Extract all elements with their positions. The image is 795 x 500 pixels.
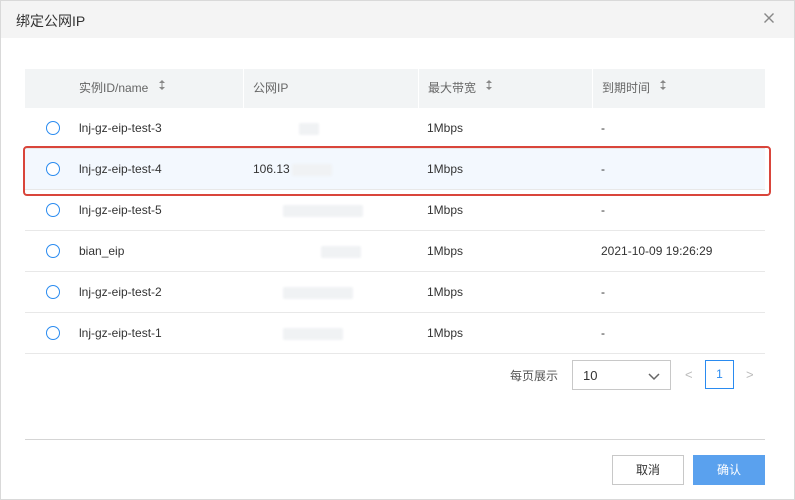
instance-name: lnj-gz-eip-test-3: [79, 121, 162, 135]
public-ip: [253, 108, 319, 148]
eip-table: 实例ID/name 公网IP 最大带宽 到期时间 lnj-gz-eip-test…: [25, 69, 765, 354]
sort-icon[interactable]: [158, 68, 166, 107]
column-header-label: 实例ID/name: [79, 81, 149, 95]
bandwidth: 1Mbps: [427, 203, 464, 217]
redacted-ip: [283, 204, 363, 217]
sort-icon[interactable]: [485, 68, 493, 107]
redacted-ip: [299, 122, 319, 135]
bandwidth: 1Mbps: [427, 244, 464, 258]
row-radio[interactable]: [46, 162, 60, 176]
column-header-label: 最大带宽: [428, 81, 477, 95]
page-number-button[interactable]: 1: [705, 360, 734, 389]
column-header-bandwidth[interactable]: 最大带宽: [418, 69, 592, 108]
dialog-title: 绑定公网IP: [16, 13, 86, 29]
column-header-instance[interactable]: 实例ID/name: [69, 69, 243, 108]
instance-name: lnj-gz-eip-test-2: [79, 285, 162, 299]
table-row[interactable]: lnj-gz-eip-test-2 1Mbps -: [25, 272, 765, 313]
confirm-button[interactable]: 确认: [693, 455, 765, 485]
cancel-button[interactable]: 取消: [612, 455, 684, 485]
public-ip-value: 106.13: [253, 162, 290, 176]
page-size-value: 10: [583, 368, 598, 383]
row-radio[interactable]: [46, 285, 60, 299]
next-page-button[interactable]: >: [746, 367, 754, 382]
column-header-expiry[interactable]: 到期时间: [592, 69, 765, 108]
column-header-public-ip: 公网IP: [243, 69, 418, 108]
expiry: 2021-10-09 19:26:29: [601, 244, 713, 258]
column-header-label: 到期时间: [602, 81, 651, 95]
page-size-select[interactable]: 10: [572, 360, 671, 390]
table-row[interactable]: bian_eip 1Mbps 2021-10-09 19:26:29: [25, 231, 765, 272]
public-ip: [253, 313, 343, 353]
public-ip: [253, 231, 361, 271]
redacted-ip: [291, 163, 332, 176]
table-row[interactable]: lnj-gz-eip-test-1 1Mbps -: [25, 313, 765, 354]
expiry: -: [601, 203, 605, 217]
per-page-label: 每页展示: [510, 369, 559, 383]
bandwidth: 1Mbps: [427, 121, 464, 135]
public-ip: [253, 190, 363, 230]
chevron-down-icon: [648, 369, 660, 387]
close-icon[interactable]: [760, 9, 778, 27]
footer-divider: [25, 439, 765, 440]
row-radio[interactable]: [46, 244, 60, 258]
public-ip: 106.13: [253, 149, 332, 189]
instance-name: lnj-gz-eip-test-4: [79, 162, 162, 176]
table-row[interactable]: lnj-gz-eip-test-3 1Mbps -: [25, 108, 765, 149]
expiry: -: [601, 121, 605, 135]
table-row[interactable]: lnj-gz-eip-test-4 106.13 1Mbps -: [25, 149, 765, 190]
bandwidth: 1Mbps: [427, 162, 464, 176]
dialog-header: 绑定公网IP: [1, 1, 794, 38]
expiry: -: [601, 326, 605, 340]
row-radio[interactable]: [46, 326, 60, 340]
public-ip: [253, 272, 353, 312]
table-header: 实例ID/name 公网IP 最大带宽 到期时间: [25, 69, 765, 108]
row-radio[interactable]: [46, 203, 60, 217]
expiry: -: [601, 162, 605, 176]
table-row[interactable]: lnj-gz-eip-test-5 1Mbps -: [25, 190, 765, 231]
redacted-ip: [321, 245, 361, 258]
row-radio[interactable]: [46, 121, 60, 135]
redacted-ip: [283, 286, 353, 299]
instance-name: lnj-gz-eip-test-5: [79, 203, 162, 217]
instance-name: bian_eip: [79, 244, 125, 258]
redacted-ip: [283, 327, 343, 340]
instance-name: lnj-gz-eip-test-1: [79, 326, 162, 340]
sort-icon[interactable]: [659, 68, 667, 107]
column-header-label: 公网IP: [253, 81, 289, 95]
bandwidth: 1Mbps: [427, 285, 464, 299]
expiry: -: [601, 285, 605, 299]
bind-public-ip-dialog: 绑定公网IP 实例ID/name 公网IP 最大带宽 到期时间 lnj-gz-e…: [0, 0, 795, 500]
bandwidth: 1Mbps: [427, 326, 464, 340]
prev-page-button[interactable]: <: [685, 367, 693, 382]
